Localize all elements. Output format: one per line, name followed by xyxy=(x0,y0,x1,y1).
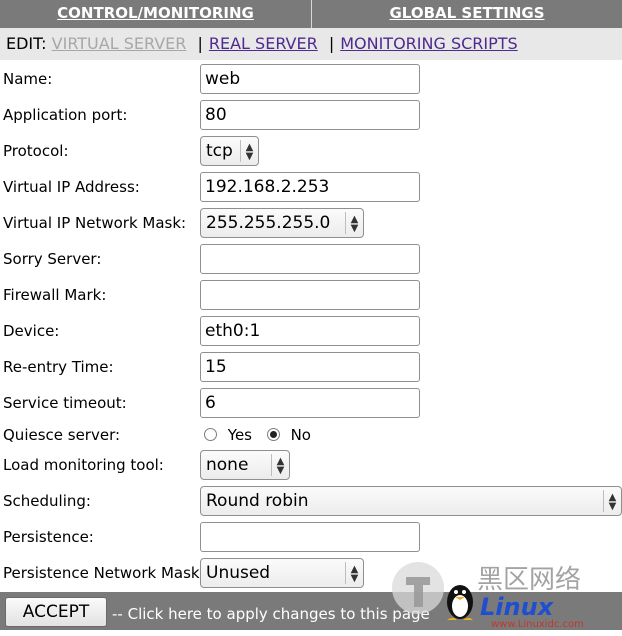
accept-button[interactable]: ACCEPT xyxy=(5,597,107,627)
quiesce-server-radio-group: Yes No xyxy=(204,426,311,444)
application-port-label: Application port: xyxy=(3,106,128,124)
edit-bar: EDIT: VIRTUAL SERVER | REAL SERVER | MONIT… xyxy=(0,28,622,60)
top-nav: CONTROL/MONITORING GLOBAL SETTINGS xyxy=(0,0,622,28)
persistence-label: Persistence: xyxy=(3,528,94,546)
nav-global-settings[interactable]: GLOBAL SETTINGS xyxy=(312,0,622,28)
edit-real-server-link[interactable]: REAL SERVER xyxy=(209,34,318,53)
service-timeout-label: Service timeout: xyxy=(3,394,127,412)
virtual-ip-mask-label: Virtual IP Network Mask: xyxy=(3,214,187,232)
watermark-cn-text: 黑区网络 xyxy=(477,565,581,595)
chevron-updown-icon: ▲ ▼ xyxy=(345,212,363,234)
quiesce-no-label: No xyxy=(290,426,311,444)
chevron-updown-icon: ▲ ▼ xyxy=(271,454,289,476)
scheduling-select[interactable]: Round robin ▲ ▼ xyxy=(200,486,622,516)
scheduling-label: Scheduling: xyxy=(3,492,91,510)
device-label: Device: xyxy=(3,322,60,340)
scheduling-value: Round robin xyxy=(206,491,309,511)
quiesce-yes-radio[interactable] xyxy=(204,428,217,441)
watermark-brand-text: Linux xyxy=(480,593,555,621)
device-input[interactable] xyxy=(200,316,420,346)
virtual-ip-input[interactable] xyxy=(200,172,420,202)
persistence-mask-value: Unused xyxy=(206,563,271,583)
quiesce-no-radio[interactable] xyxy=(266,428,280,441)
reentry-time-input[interactable] xyxy=(200,352,420,382)
persistence-mask-select[interactable]: Unused ▲ ▼ xyxy=(200,558,364,588)
service-timeout-input[interactable] xyxy=(200,388,420,418)
edit-separator: | xyxy=(197,34,203,53)
persistence-input[interactable] xyxy=(200,522,420,552)
chevron-updown-icon: ▲ ▼ xyxy=(603,490,621,512)
protocol-select[interactable]: tcp ▲ ▼ xyxy=(200,136,259,166)
linuxidc-watermark-logo: 黑区网络 Linux www.Linuxidc.com xyxy=(392,562,584,630)
chevron-updown-icon: ▲ ▼ xyxy=(345,562,363,584)
name-input[interactable] xyxy=(200,64,420,94)
edit-monitoring-scripts-link[interactable]: MONITORING SCRIPTS xyxy=(340,34,517,53)
sorry-server-input[interactable] xyxy=(200,244,420,274)
firewall-mark-label: Firewall Mark: xyxy=(3,286,107,304)
protocol-value: tcp xyxy=(206,141,233,161)
chevron-updown-icon: ▲ ▼ xyxy=(240,140,258,162)
load-monitoring-tool-value: none xyxy=(206,455,249,475)
reentry-time-label: Re-entry Time: xyxy=(3,358,114,376)
virtual-ip-mask-select[interactable]: 255.255.255.0 ▲ ▼ xyxy=(200,208,364,238)
persistence-mask-label: Persistence Network Mask: xyxy=(3,564,205,582)
protocol-label: Protocol: xyxy=(3,142,69,160)
edit-separator: | xyxy=(328,34,335,53)
quiesce-server-label: Quiesce server: xyxy=(3,426,121,444)
accept-hint: -- Click here to apply changes to this p… xyxy=(112,605,430,623)
virtual-ip-label: Virtual IP Address: xyxy=(3,178,140,196)
sorry-server-label: Sorry Server: xyxy=(3,250,102,268)
firewall-mark-input[interactable] xyxy=(200,280,420,310)
quiesce-yes-label: Yes xyxy=(227,426,252,444)
name-label: Name: xyxy=(3,70,53,88)
virtual-ip-mask-value: 255.255.255.0 xyxy=(206,213,331,233)
nav-control-monitoring[interactable]: CONTROL/MONITORING xyxy=(0,0,311,28)
application-port-input[interactable] xyxy=(200,100,420,130)
edit-virtual-server: VIRTUAL SERVER xyxy=(51,34,187,53)
load-monitoring-tool-label: Load monitoring tool: xyxy=(3,456,164,474)
watermark-site-text: www.Linuxidc.com xyxy=(491,619,584,630)
edit-prefix: EDIT: xyxy=(6,34,47,53)
load-monitoring-tool-select[interactable]: none ▲ ▼ xyxy=(200,450,290,480)
